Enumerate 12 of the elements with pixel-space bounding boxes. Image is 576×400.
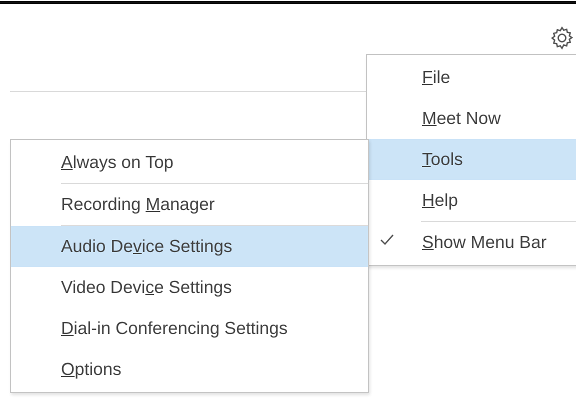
menu-item[interactable]: Meet Now xyxy=(367,98,576,139)
menu-item[interactable]: Video Device Settings xyxy=(11,267,368,308)
menu-item[interactable]: File xyxy=(367,57,576,98)
menu-item[interactable]: Audio Device Settings xyxy=(11,226,368,267)
menu-item[interactable]: Options xyxy=(11,349,368,390)
menu-item[interactable]: Tools xyxy=(367,139,576,180)
menu-item[interactable]: Dial-in Conferencing Settings xyxy=(11,308,368,349)
menu-item[interactable]: Always on Top xyxy=(11,142,368,183)
menu-item[interactable]: Recording Manager xyxy=(11,184,368,225)
menu-item[interactable]: Help xyxy=(367,180,576,221)
settings-icon[interactable] xyxy=(549,25,575,51)
menu-item[interactable]: Show Menu Bar xyxy=(367,222,576,263)
